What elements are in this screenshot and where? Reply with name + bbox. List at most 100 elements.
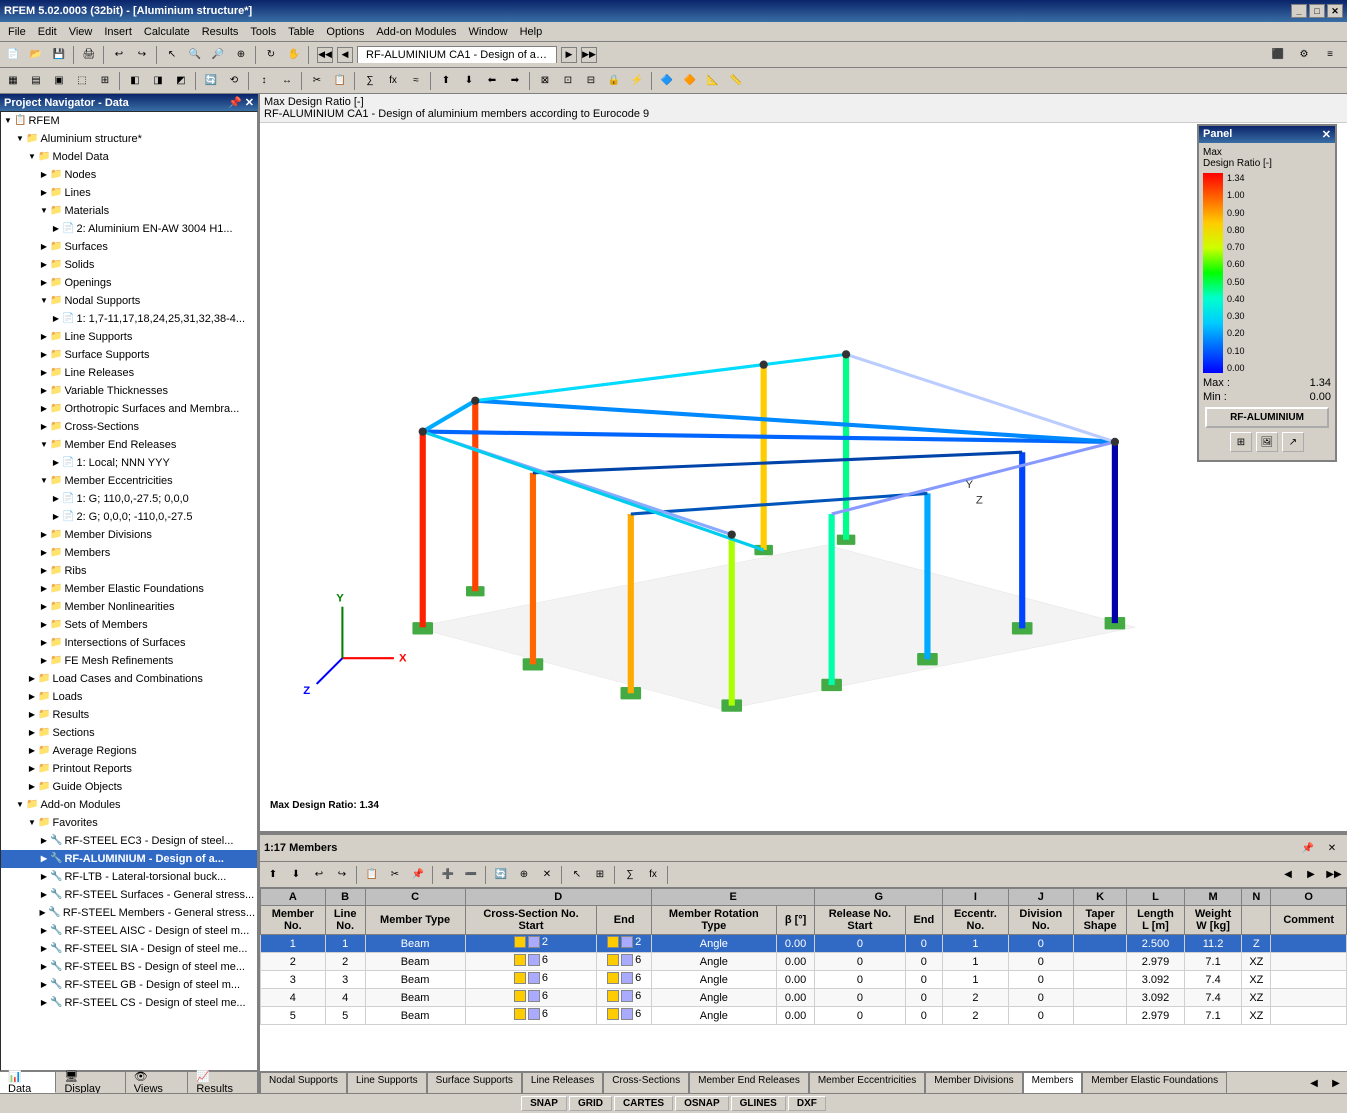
table-cell[interactable]: 3 [261,971,326,989]
table-cell[interactable]: 0 [905,971,943,989]
tree-item-7[interactable]: ▶📁Surfaces [1,238,257,256]
redo-btn[interactable]: ↪ [131,44,153,66]
table-cell[interactable]: 0.00 [776,1007,815,1025]
rf-aluminium-tab[interactable]: RF-ALUMINIUM CA1 - Design of alumin... [357,46,557,63]
menu-insert[interactable]: Insert [98,24,138,40]
tt-btn6[interactable]: ✂ [384,864,406,886]
t2-btn13[interactable]: ✂ [306,70,328,92]
tree-item-31[interactable]: ▶📁Load Cases and Combinations [1,670,257,688]
table-cell[interactable]: 6 [597,1007,651,1025]
table-cell[interactable] [1271,953,1347,971]
table-cell[interactable]: 0 [815,1007,905,1025]
table-row[interactable]: 44Beam 6 6Angle0.0000203.0927.4XZ [261,989,1347,1007]
tree-item-37[interactable]: ▶📁Guide Objects [1,778,257,796]
tab-nodal-supports[interactable]: Nodal Supports [260,1072,347,1093]
menu-edit[interactable]: Edit [32,24,63,40]
tt-btn12[interactable]: ✕ [536,864,558,886]
save-btn[interactable]: 💾 [48,44,70,66]
rf-nav-last[interactable]: ▶▶ [581,47,597,63]
table-cell[interactable]: 5 [261,1007,326,1025]
t2-btn5[interactable]: ⊞ [94,70,116,92]
table-cell[interactable]: 1 [261,935,326,953]
tree-item-28[interactable]: ▶📁Sets of Members [1,616,257,634]
table-cell[interactable]: 6 [597,953,651,971]
table-cell[interactable] [1074,1007,1127,1025]
t2-btn7[interactable]: ◨ [147,70,169,92]
table-cell[interactable]: 1 [943,953,1008,971]
tree-item-0[interactable]: ▼📋RFEM [1,112,257,130]
table-cell[interactable]: 0 [905,953,943,971]
table-cell[interactable]: 5 [325,1007,365,1025]
nav-tab-views[interactable]: 👁 Views [126,1072,189,1093]
table-cell[interactable]: Angle [651,971,776,989]
table-cell[interactable]: 2 [943,1007,1008,1025]
t2-btn20[interactable]: ⬅ [481,70,503,92]
rotate-btn[interactable]: ↻ [260,44,282,66]
table-cell[interactable]: 2.979 [1127,953,1185,971]
table-cell[interactable]: 3 [325,971,365,989]
t2-btn17[interactable]: ≈ [405,70,427,92]
tree-item-21[interactable]: ▶📄1: G; 110,0,-27.5; 0,0,0 [1,490,257,508]
t2-btn24[interactable]: ⊟ [580,70,602,92]
tab-member-end-releases[interactable]: Member End Releases [689,1072,809,1093]
table-cell[interactable]: 4 [325,989,365,1007]
tt-nav-next[interactable]: ▶ [1300,864,1322,886]
table-cell[interactable] [1271,935,1347,953]
table-cell[interactable]: Angle [651,935,776,953]
tree-item-5[interactable]: ▼📁Materials [1,202,257,220]
table-cell[interactable]: 0 [1008,971,1073,989]
tree-item-48[interactable]: ▶🔧RF-STEEL GB - Design of steel m... [1,976,257,994]
t2-btn22[interactable]: ⊠ [534,70,556,92]
menu-help[interactable]: Help [514,24,549,40]
table-cell[interactable]: XZ [1242,971,1271,989]
menu-calculate[interactable]: Calculate [138,24,196,40]
cartes-button[interactable]: CARTES [614,1096,673,1111]
table-pin-btn[interactable]: 📌 [1297,837,1319,859]
table-cell[interactable] [1271,989,1347,1007]
table-cell[interactable]: Angle [651,1007,776,1025]
tree-item-6[interactable]: ▶📄2: Aluminium EN-AW 3004 H1... [1,220,257,238]
osnap-button[interactable]: OSNAP [675,1096,729,1111]
tt-nav-prev[interactable]: ◀ [1277,864,1299,886]
table-cell[interactable]: 2 [597,935,651,953]
zoom-out-btn[interactable]: 🔎 [207,44,229,66]
t2-btn30[interactable]: 📏 [725,70,747,92]
select-btn[interactable]: ↖ [161,44,183,66]
toolbar-more-btn[interactable]: ≡ [1319,44,1341,66]
table-cell[interactable]: 7.1 [1184,1007,1241,1025]
tree-item-49[interactable]: ▶🔧RF-STEEL CS - Design of steel me... [1,994,257,1012]
table-cell[interactable] [1074,989,1127,1007]
t2-btn4[interactable]: ⬚ [71,70,93,92]
close-button[interactable]: ✕ [1327,4,1343,18]
tree-item-26[interactable]: ▶📁Member Elastic Foundations [1,580,257,598]
t2-btn23[interactable]: ⊡ [557,70,579,92]
table-cell[interactable]: 11.2 [1184,935,1241,953]
table-cell[interactable]: 6 [465,953,597,971]
table-cell[interactable]: 2 [325,953,365,971]
table-cell[interactable]: 0.00 [776,989,815,1007]
table-cell[interactable]: Beam [365,1007,465,1025]
tab-surface-supports[interactable]: Surface Supports [427,1072,522,1093]
table-tab-nav-next[interactable]: ▶ [1325,1072,1347,1093]
t2-btn25[interactable]: 🔒 [603,70,625,92]
table-cell[interactable]: 6 [465,989,597,1007]
tree-item-11[interactable]: ▶📄1: 1,7-11,17,18,24,25,31,32,38-4... [1,310,257,328]
minimize-button[interactable]: _ [1291,4,1307,18]
tree-item-40[interactable]: ▶🔧RF-STEEL EC3 - Design of steel... [1,832,257,850]
table-cell[interactable]: 4 [261,989,326,1007]
t2-btn9[interactable]: 🔄 [200,70,222,92]
table-cell[interactable]: 1 [325,935,365,953]
tree-item-18[interactable]: ▼📁Member End Releases [1,436,257,454]
tt-nav-end[interactable]: ▶▶ [1323,864,1345,886]
table-tab-nav-prev[interactable]: ◀ [1303,1072,1325,1093]
tree-item-43[interactable]: ▶🔧RF-STEEL Surfaces - General stress... [1,886,257,904]
table-cell[interactable]: 7.1 [1184,953,1241,971]
maximize-button[interactable]: □ [1309,4,1325,18]
t2-btn21[interactable]: ➡ [504,70,526,92]
table-cell[interactable] [1074,935,1127,953]
t2-btn11[interactable]: ↕ [253,70,275,92]
tree-item-17[interactable]: ▶📁Cross-Sections [1,418,257,436]
table-cell[interactable]: 6 [465,971,597,989]
tt-btn3[interactable]: ↩ [308,864,330,886]
grid-button[interactable]: GRID [569,1096,612,1111]
